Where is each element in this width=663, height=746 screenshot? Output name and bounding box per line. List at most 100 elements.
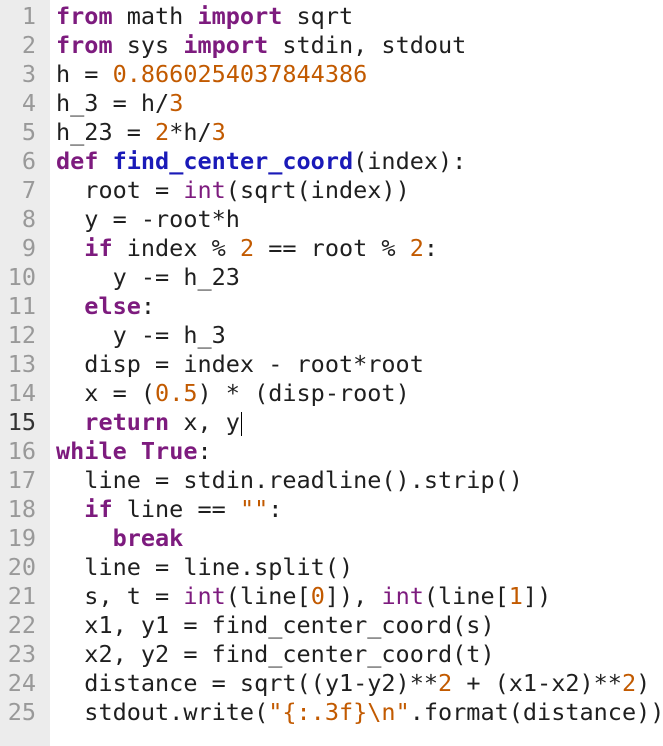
- code-token: import: [197, 2, 283, 30]
- line-number: 18: [7, 495, 36, 523]
- code-token: ]): [522, 582, 552, 610]
- code-text[interactable]: h_23 = 2*h/3: [56, 118, 226, 147]
- code-text[interactable]: s, t = int(line[0]), int(line[1]): [56, 582, 551, 611]
- code-text[interactable]: while True:: [56, 437, 212, 466]
- code-line[interactable]: 12 y -= h_3: [0, 321, 663, 350]
- code-token: :: [140, 292, 156, 320]
- line-number: 8: [21, 205, 36, 233]
- code-text[interactable]: from sys import stdin, stdout: [56, 31, 466, 60]
- code-token: int: [183, 582, 226, 610]
- code-token: while: [56, 437, 127, 465]
- code-line[interactable]: 8 y = -root*h: [0, 205, 663, 234]
- code-token: "": [239, 495, 269, 523]
- code-token: line ==: [112, 495, 240, 523]
- code-text[interactable]: distance = sqrt((y1-y2)**2 + (x1-x2)**2): [56, 669, 650, 698]
- code-token: :: [423, 234, 439, 262]
- code-text[interactable]: y = -root*h: [56, 205, 240, 234]
- code-line[interactable]: 25 stdout.write("{:.3f}\n".format(distan…: [0, 698, 663, 727]
- code-text[interactable]: h = 0.8660254037844386: [56, 60, 367, 89]
- code-line[interactable]: 1 from math import sqrt: [0, 2, 663, 31]
- code-token: ) * (disp-root): [197, 379, 410, 407]
- line-number: 25: [7, 698, 36, 726]
- code-line[interactable]: 3 h = 0.8660254037844386: [0, 60, 663, 89]
- code-text[interactable]: x1, y1 = find_center_coord(s): [56, 611, 494, 640]
- line-number: 13: [7, 350, 36, 378]
- code-text[interactable]: line = line.split(): [56, 553, 353, 582]
- code-line[interactable]: 10 y -= h_23: [0, 263, 663, 292]
- code-token: from: [56, 2, 113, 30]
- code-line[interactable]: 11 else:: [0, 292, 663, 321]
- line-number: 7: [21, 176, 36, 204]
- code-text[interactable]: x2, y2 = find_center_coord(t): [56, 640, 495, 669]
- code-token: 2: [155, 118, 170, 146]
- code-text[interactable]: y -= h_3: [56, 321, 226, 350]
- code-line[interactable]: 2 from sys import stdin, stdout: [0, 31, 663, 60]
- code-line[interactable]: 14 x = (0.5) * (disp-root): [0, 379, 663, 408]
- code-token: + (x1-x2)**: [452, 669, 622, 697]
- line-number: 16: [7, 437, 36, 465]
- code-text[interactable]: if line == "":: [56, 495, 282, 524]
- line-number: 3: [21, 60, 36, 88]
- code-token: if: [84, 234, 113, 262]
- code-token: (line[: [423, 582, 509, 610]
- code-line[interactable]: 13 disp = index - root*root: [0, 350, 663, 379]
- code-text[interactable]: stdout.write("{:.3f}\n".format(distance)…: [56, 698, 663, 727]
- code-text[interactable]: break: [56, 524, 184, 553]
- code-token: 2: [438, 669, 453, 697]
- code-token: y -= h_3: [56, 321, 226, 349]
- code-token: from: [56, 31, 113, 59]
- code-text[interactable]: if index % 2 == root % 2:: [56, 234, 438, 263]
- code-token: h_23 =: [56, 118, 156, 146]
- code-text[interactable]: disp = index - root*root: [56, 350, 424, 379]
- code-token: return: [84, 408, 170, 436]
- code-token: def: [56, 147, 99, 175]
- code-text[interactable]: line = stdin.readline().strip(): [56, 466, 523, 495]
- code-line[interactable]: 24 distance = sqrt((y1-y2)**2 + (x1-x2)*…: [0, 669, 663, 698]
- line-number: 12: [7, 321, 36, 349]
- code-token: x, y: [169, 408, 240, 436]
- code-line[interactable]: 4 h_3 = h/3: [0, 89, 663, 118]
- code-line[interactable]: 7 root = int(sqrt(index)): [0, 176, 663, 205]
- code-editor[interactable]: 1 from math import sqrt 2 from sys import s…: [0, 0, 663, 746]
- code-token: 0: [310, 582, 325, 610]
- code-token: 2: [409, 234, 424, 262]
- code-token: "{:.3f}\n": [268, 698, 410, 726]
- code-line[interactable]: 17 line = stdin.readline().strip(): [0, 466, 663, 495]
- code-line[interactable]: 18 if line == "":: [0, 495, 663, 524]
- code-token: find_center_coord: [112, 147, 354, 175]
- line-number: 20: [7, 553, 36, 581]
- code-line[interactable]: 5 h_23 = 2*h/3: [0, 118, 663, 147]
- code-text[interactable]: root = int(sqrt(index)): [56, 176, 409, 205]
- code-text[interactable]: else:: [56, 292, 155, 321]
- code-token: 0.5: [155, 379, 198, 407]
- code-token: (index):: [353, 147, 467, 175]
- code-token: x = (: [56, 379, 156, 407]
- code-text[interactable]: from math import sqrt: [56, 2, 353, 31]
- line-number: 24: [7, 669, 36, 697]
- code-text[interactable]: x = (0.5) * (disp-root): [56, 379, 410, 408]
- code-line[interactable]: 23 x2, y2 = find_center_coord(t): [0, 640, 663, 669]
- code-line[interactable]: 9 if index % 2 == root % 2:: [0, 234, 663, 263]
- code-text[interactable]: def find_center_coord(index):: [56, 147, 466, 176]
- code-text[interactable]: return x, y: [56, 408, 242, 437]
- code-token: sqrt: [282, 2, 354, 30]
- code-line[interactable]: 15 return x, y: [0, 408, 663, 437]
- code-line[interactable]: 21 s, t = int(line[0]), int(line[1]): [0, 582, 663, 611]
- line-number: 6: [21, 147, 36, 175]
- code-token: distance = sqrt((y1-y2)**: [56, 669, 439, 697]
- code-token: index %: [112, 234, 240, 262]
- code-line[interactable]: 22 x1, y1 = find_center_coord(s): [0, 611, 663, 640]
- code-text[interactable]: h_3 = h/3: [56, 89, 183, 118]
- code-line[interactable]: 16 while True:: [0, 437, 663, 466]
- code-line[interactable]: 19 break: [0, 524, 663, 553]
- code-token: ): [636, 669, 651, 697]
- code-line[interactable]: 6 def find_center_coord(index):: [0, 147, 663, 176]
- code-token: x2, y2 = find_center_coord(t): [56, 640, 495, 668]
- code-text[interactable]: y -= h_23: [56, 263, 240, 292]
- code-token: :: [197, 437, 212, 465]
- code-token: True: [140, 437, 198, 465]
- code-line[interactable]: 20 line = line.split(): [0, 553, 663, 582]
